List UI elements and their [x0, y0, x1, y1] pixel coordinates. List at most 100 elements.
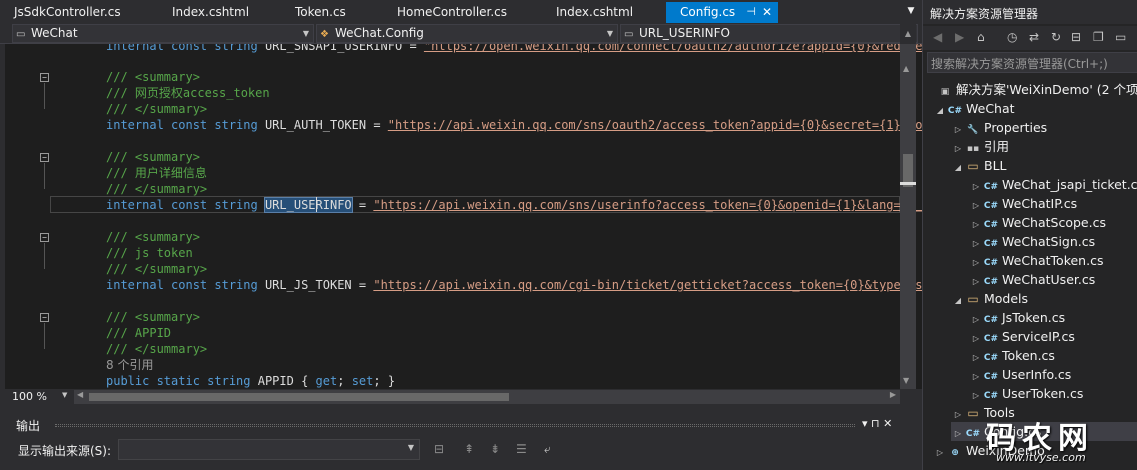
- tree-node-label: WeChat: [966, 101, 1015, 116]
- code-line: internal const string URL_JS_TOKEN = "ht…: [106, 278, 922, 292]
- tab-token[interactable]: Token.cs: [281, 2, 381, 23]
- split-window-icon[interactable]: ▲: [900, 23, 916, 44]
- word-wrap-icon[interactable]: ⤶: [544, 442, 551, 457]
- tree-node-solution[interactable]: ▣ 解决方案'WeiXinDemo' (2 个项目): [923, 80, 1137, 99]
- watermark-url: www.itvyse.com: [996, 451, 1086, 464]
- codelens-references[interactable]: 8 个引用: [106, 357, 153, 373]
- tree-node-file[interactable]: ▷ C# WeChatIP.cs: [969, 194, 1077, 213]
- home-icon[interactable]: ⌂: [977, 30, 985, 44]
- project-dropdown[interactable]: ▭ WeChat ▼: [12, 24, 314, 43]
- back-icon[interactable]: ◀: [933, 30, 942, 44]
- output-source-select[interactable]: ▼: [118, 439, 420, 460]
- editor-status-row: 100 % ▼ ◀ ▶: [0, 389, 922, 405]
- show-all-files-icon[interactable]: ❐: [1093, 30, 1104, 44]
- chevron-down-icon[interactable]: ▼: [902, 2, 920, 22]
- tree-node-file[interactable]: ▷ C# WeChatScope.cs: [969, 213, 1106, 232]
- doc-comment: /// 用户详细信息: [106, 166, 207, 180]
- collapse-all-icon[interactable]: ⊟: [1071, 30, 1081, 44]
- scroll-up-icon[interactable]: ▲: [903, 64, 909, 73]
- collapse-icon[interactable]: −: [40, 233, 49, 242]
- tab-jssdkcontroller[interactable]: JsSdkController.cs: [0, 2, 145, 23]
- properties-icon[interactable]: ▭: [1115, 30, 1126, 44]
- class-dropdown-value: WeChat.Config: [335, 26, 424, 40]
- code-line-current: internal const string URL_USERINFO = "ht…: [106, 197, 922, 213]
- solution-explorer-toolbar: ◀ ▶ ⌂ ◷ ⇄ ↻ ⊟ ❐ ▭: [923, 26, 1137, 50]
- go-next-icon[interactable]: ⇟: [490, 442, 500, 456]
- tree-node-label: WeChatUser.cs: [1002, 272, 1096, 287]
- fold-guide: [44, 83, 45, 109]
- tree-node-folder-models[interactable]: ◢ ▭ Models: [951, 289, 1028, 308]
- tree-node-properties[interactable]: ▷ 🔧 Properties: [951, 118, 1047, 137]
- doc-comment: /// <summary>: [106, 70, 200, 84]
- pin-icon[interactable]: ⊣: [746, 2, 756, 22]
- tab-index-cshtml-2[interactable]: Index.cshtml: [542, 2, 662, 23]
- scrollbar-thumb[interactable]: [89, 393, 509, 401]
- solution-explorer-title: 解决方案资源管理器: [930, 7, 1039, 21]
- member-dropdown[interactable]: ▭ URL_USERINFO ▼: [620, 24, 918, 43]
- tree-node-label: UserToken.cs: [1002, 386, 1084, 401]
- expanded-arrow-icon[interactable]: ◢: [951, 291, 965, 310]
- clear-all-icon[interactable]: ☰: [516, 442, 527, 456]
- tree-node-file[interactable]: ▷ C# ServiceIP.cs: [969, 327, 1075, 346]
- tree-node-folder-bll[interactable]: ◢ ▭ BLL: [951, 156, 1007, 175]
- collapse-icon[interactable]: −: [40, 153, 49, 162]
- refresh-icon[interactable]: ↻: [1051, 30, 1061, 44]
- doc-comment: /// js token: [106, 246, 193, 260]
- tree-node-label: UserInfo.cs: [1002, 367, 1072, 382]
- tab-label: Index.cshtml: [556, 5, 634, 19]
- tree-node-file[interactable]: ▷ C# UserInfo.cs: [969, 365, 1071, 384]
- output-panel-header: 输出 ▾ ⊓ ✕: [0, 415, 922, 435]
- text-caret: [316, 197, 317, 212]
- tree-node-project-wechat[interactable]: ◢ C# WeChat: [933, 99, 1015, 118]
- close-icon[interactable]: ✕: [762, 2, 772, 22]
- collapse-icon[interactable]: −: [40, 313, 49, 322]
- tree-node-references[interactable]: ▷ ▪▪ 引用: [951, 137, 1009, 156]
- code-line: internal const string URL_SNSAPI_USERINF…: [106, 44, 922, 53]
- tab-config[interactable]: Config.cs ⊣ ✕: [666, 2, 778, 23]
- tree-node-file[interactable]: ▷ C# WeChatSign.cs: [969, 232, 1095, 251]
- chevron-down-icon: ▼: [606, 29, 613, 38]
- fold-guide: [44, 323, 45, 349]
- panel-grip[interactable]: [55, 424, 855, 427]
- tree-node-file[interactable]: ▷ C# JsToken.cs: [969, 308, 1065, 327]
- tree-node-label: WeChatScope.cs: [1002, 215, 1106, 230]
- tree-node-file[interactable]: ▷ C# WeChatToken.cs: [969, 251, 1104, 270]
- expanded-arrow-icon[interactable]: ◢: [933, 101, 947, 120]
- tree-node-file[interactable]: ▷ C# WeChat_jsapi_ticket.cs: [969, 175, 1137, 194]
- sync-icon[interactable]: ⇄: [1029, 30, 1039, 44]
- clear-icon[interactable]: ⊟: [434, 442, 444, 456]
- class-dropdown[interactable]: ❖ WeChat.Config ▼: [316, 24, 618, 43]
- collapsed-arrow-icon[interactable]: ▷: [933, 443, 947, 462]
- tree-node-label: Token.cs: [1002, 348, 1055, 363]
- doc-comment: /// </summary>: [106, 342, 208, 356]
- solution-explorer-header: 解决方案资源管理器: [923, 0, 1137, 24]
- panel-window-controls[interactable]: ▾ ⊓ ✕: [862, 417, 892, 430]
- solution-explorer-search[interactable]: 搜索解决方案资源管理器(Ctrl+;): [927, 52, 1137, 73]
- chevron-down-icon[interactable]: ▼: [62, 391, 67, 399]
- zoom-level[interactable]: 100 %: [12, 390, 47, 403]
- tree-node-label: 解决方案'WeiXinDemo' (2 个项目): [956, 82, 1137, 97]
- scroll-left-icon[interactable]: ◀: [77, 390, 83, 399]
- doc-comment: /// </summary>: [106, 182, 208, 196]
- forward-icon[interactable]: ▶: [955, 30, 964, 44]
- tree-node-file[interactable]: ▷ C# UserToken.cs: [969, 384, 1084, 403]
- history-icon[interactable]: ◷: [1007, 30, 1017, 44]
- collapse-icon[interactable]: −: [40, 73, 49, 82]
- tab-label: Token.cs: [295, 5, 346, 19]
- tree-node-file[interactable]: ▷ C# Token.cs: [969, 346, 1055, 365]
- code-editor[interactable]: − − − − internal const string URL_SNSAPI…: [0, 44, 922, 389]
- tab-index-cshtml-1[interactable]: Index.cshtml: [158, 2, 266, 23]
- horizontal-scrollbar[interactable]: ◀ ▶: [74, 390, 900, 404]
- doc-comment: /// </summary>: [106, 102, 208, 116]
- scroll-right-icon[interactable]: ▶: [890, 390, 896, 399]
- folder-icon: ▭: [967, 159, 979, 173]
- expanded-arrow-icon[interactable]: ◢: [951, 158, 965, 177]
- go-prev-icon[interactable]: ⇞: [464, 442, 474, 456]
- vertical-scrollbar[interactable]: ▲ ▼: [900, 44, 916, 389]
- scroll-down-icon[interactable]: ▼: [903, 376, 909, 385]
- tree-node-file[interactable]: ▷ C# WeChatUser.cs: [969, 270, 1095, 289]
- chevron-down-icon: ▼: [302, 29, 309, 38]
- tab-homecontroller[interactable]: HomeController.cs: [383, 2, 528, 23]
- tab-label: Config.cs: [680, 5, 736, 19]
- watermark: 码农网 www.itvyse.com: [982, 413, 1132, 468]
